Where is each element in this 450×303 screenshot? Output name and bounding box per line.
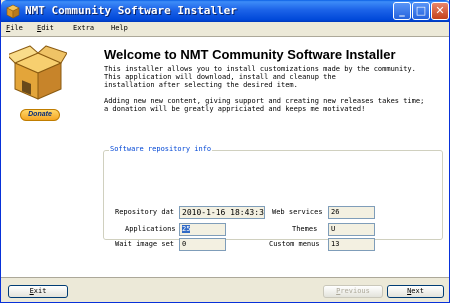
applications-value: 25 (182, 225, 191, 233)
repository-info-title: Software repository info (109, 145, 213, 153)
app-icon (6, 4, 20, 19)
menu-help[interactable]: Help (111, 24, 128, 32)
themes-field[interactable]: U (328, 223, 375, 236)
menu-extra[interactable]: Extra (73, 24, 94, 32)
installer-window: NMT Community Software Installer _ □ ✕ F… (0, 0, 450, 303)
package-icon (9, 45, 67, 100)
maximize-button[interactable]: □ (412, 2, 430, 20)
donation-text: Adding new new content, giving support a… (104, 97, 425, 113)
themes-label: Themes (292, 225, 318, 233)
web-services-field[interactable]: 26 (328, 206, 375, 219)
menu-edit[interactable]: Edit (37, 24, 54, 32)
title-bar[interactable]: NMT Community Software Installer _ □ ✕ (1, 0, 449, 22)
close-button[interactable]: ✕ (431, 2, 449, 20)
menu-file[interactable]: File (6, 24, 23, 32)
repository-date-field[interactable]: 2010-1-16 18:43:36 (179, 206, 265, 219)
custom-menus-field[interactable]: 13 (328, 238, 375, 251)
wait-image-label: Wait image set (115, 240, 175, 248)
wait-image-field[interactable]: 0 (179, 238, 226, 251)
applications-label: Applications (125, 225, 176, 233)
menu-bar: File Edit Extra Help (1, 22, 449, 35)
donate-button[interactable]: Donate (20, 109, 60, 121)
intro-text: This installer allows you to install cus… (104, 65, 416, 89)
page-title: Welcome to NMT Community Software Instal… (104, 47, 396, 62)
web-services-label: Web services (272, 208, 323, 216)
repository-date-label: Repository dat (115, 208, 175, 216)
custom-menus-label: Custom menus (269, 240, 320, 248)
previous-button[interactable]: Previous (323, 285, 383, 298)
minimize-button[interactable]: _ (393, 2, 411, 20)
exit-button[interactable]: Exit (8, 285, 68, 298)
window-title: NMT Community Software Installer (25, 4, 237, 17)
applications-field[interactable]: 25 (179, 223, 226, 236)
next-button[interactable]: Next (387, 285, 444, 298)
